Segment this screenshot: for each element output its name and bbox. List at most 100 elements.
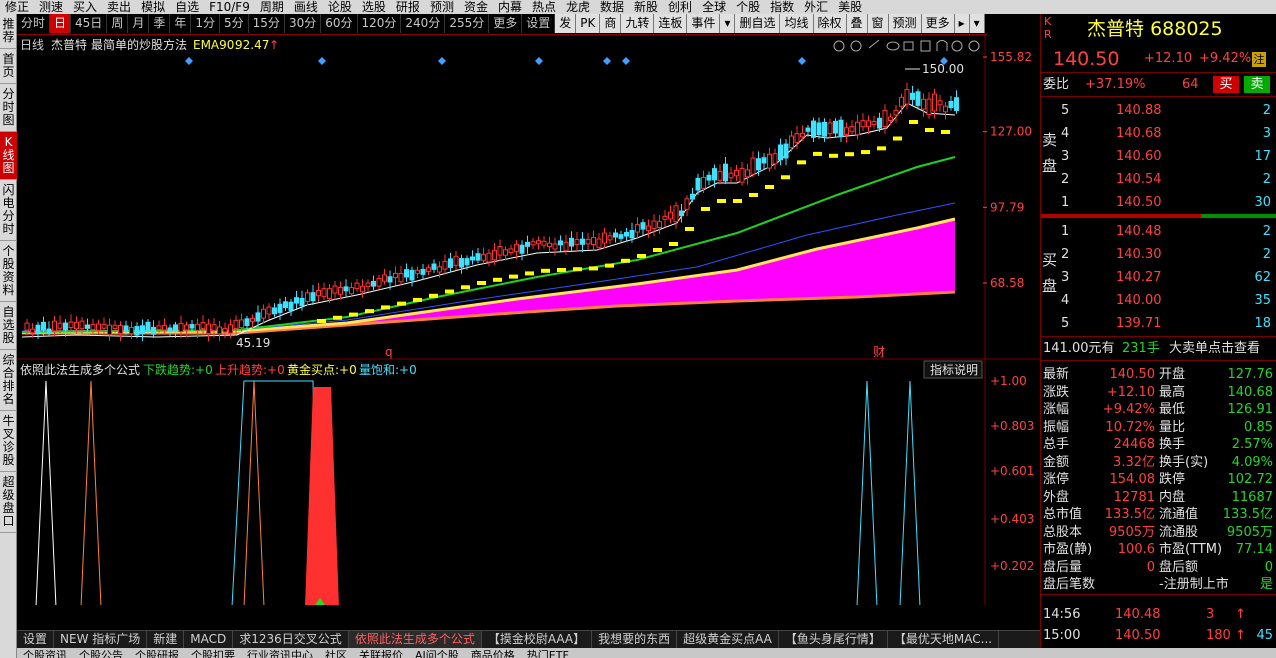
topbar-item[interactable]: 全球 <box>697 0 731 14</box>
indicator-tab[interactable]: 设置 <box>17 631 55 648</box>
topbar-item[interactable]: 周期 <box>255 0 289 14</box>
indicator-tab[interactable]: 【摸金校尉AAA】 <box>482 631 593 648</box>
chart-tool-button[interactable]: 连板 <box>654 14 688 33</box>
chart-tool-button[interactable]: 发 <box>555 14 577 33</box>
chart-tool-button[interactable]: 事件 <box>687 14 721 33</box>
bid-row[interactable]: 5 139.71 18 <box>1041 312 1276 335</box>
indicator-tab[interactable]: 【鱼头身尾行情】 <box>779 631 888 648</box>
indicator-tab[interactable]: MACD <box>184 631 234 648</box>
indicator-tab[interactable]: 依照此法生成多个公式 <box>348 631 482 648</box>
period-button[interactable]: 45日 <box>71 14 108 33</box>
period-button[interactable]: 分时 <box>17 14 51 33</box>
left-nav-item[interactable]: 牛叉诊股 <box>0 411 17 472</box>
chart-tool-button[interactable]: 均线 <box>780 14 814 33</box>
chart-tool-button[interactable]: 叠 <box>846 14 868 33</box>
topbar-item[interactable]: 内幕 <box>493 0 527 14</box>
indicator-tab[interactable]: NEW 指标广场 <box>54 631 148 648</box>
left-nav-item[interactable]: 超级盘口 <box>0 472 17 533</box>
left-nav-item[interactable]: 首页 <box>0 49 17 84</box>
period-button[interactable]: 月 <box>128 14 150 33</box>
bid-row[interactable]: 1 140.48 2 <box>1041 220 1276 243</box>
period-button[interactable]: 日 <box>50 14 72 33</box>
topbar-item[interactable]: 论股 <box>323 0 357 14</box>
indicator-tab[interactable]: 我想要的东西 <box>592 631 678 648</box>
period-button[interactable]: 更多 <box>489 14 523 33</box>
ask-row[interactable]: 1 140.50 30 <box>1041 191 1276 214</box>
bottom-link[interactable]: 热门ETF <box>521 650 575 658</box>
big-order-hands[interactable]: 231手 <box>1122 337 1160 360</box>
ask-row[interactable]: 3 140.60 17 <box>1041 145 1276 168</box>
left-nav-item[interactable]: 推荐 <box>0 14 17 49</box>
topbar-item[interactable]: 画线 <box>289 0 323 14</box>
topbar-item[interactable]: 研报 <box>391 0 425 14</box>
topbar-item[interactable]: 指数 <box>765 0 799 14</box>
topbar-item[interactable]: F10/F9 <box>204 0 255 14</box>
topbar-item[interactable]: 外汇 <box>799 0 833 14</box>
topbar-item[interactable]: 模拟 <box>136 0 170 14</box>
chart-tool-button[interactable]: ▾ <box>969 14 985 33</box>
period-button[interactable]: 设置 <box>522 14 556 33</box>
topbar-item[interactable]: 个股 <box>731 0 765 14</box>
bottom-link[interactable]: 个股资讯 <box>17 650 73 658</box>
chart-tool-button[interactable]: 商 <box>600 14 622 33</box>
left-nav-item[interactable]: K线图 <box>0 132 17 180</box>
topbar-item[interactable]: 创利 <box>663 0 697 14</box>
left-nav-item[interactable]: 闪电分时 <box>0 180 17 241</box>
indicator-tab[interactable]: 求1236日交叉公式 <box>233 631 349 648</box>
bid-row[interactable]: 2 140.30 2 <box>1041 243 1276 266</box>
bottom-link[interactable]: 个股扣要 <box>185 650 241 658</box>
period-button[interactable]: 240分 <box>401 14 446 33</box>
bottom-link[interactable]: 社区 <box>319 650 353 658</box>
left-nav-item[interactable]: 个股资料 <box>0 241 17 302</box>
topbar-item[interactable]: 卖出 <box>102 0 136 14</box>
indicator-tab[interactable]: 超级黄金买点AA <box>677 631 779 648</box>
kline-chart[interactable]: 日线 杰普特 最简单的炒股方法 EMA90: 92.47 ↑ 155.82 127… <box>17 35 1040 605</box>
left-nav-item[interactable]: 综合排名 <box>0 350 17 411</box>
period-button[interactable]: 季 <box>149 14 171 33</box>
bottom-link[interactable]: 个股公告 <box>73 650 129 658</box>
topbar-item[interactable]: 选股 <box>357 0 391 14</box>
topbar-item[interactable]: 数据 <box>595 0 629 14</box>
left-nav-item[interactable]: 自选股 <box>0 302 17 350</box>
big-order-link[interactable]: 大卖单点击查看 <box>1169 337 1260 360</box>
bottom-link[interactable]: AI问个股 <box>409 650 465 658</box>
chart-tool-button[interactable]: 删自选 <box>735 14 781 33</box>
chart-tool-button[interactable]: ▸ <box>954 14 970 33</box>
bid-row[interactable]: 4 140.00 35 <box>1041 289 1276 312</box>
topbar-item[interactable]: 测速 <box>34 0 68 14</box>
topbar-item[interactable]: 热点 <box>527 0 561 14</box>
topbar-item[interactable]: 买入 <box>68 0 102 14</box>
bottom-link[interactable]: 个股研报 <box>129 650 185 658</box>
topbar-item[interactable]: 修正 <box>0 0 34 14</box>
topbar-item[interactable]: 自选 <box>170 0 204 14</box>
chart-tool-button[interactable]: PK <box>576 14 601 33</box>
bottom-link[interactable]: 商品价格 <box>465 650 521 658</box>
period-button[interactable]: 255分 <box>445 14 490 33</box>
period-button[interactable]: 15分 <box>249 14 285 33</box>
chart-tool-button[interactable]: 九转 <box>621 14 655 33</box>
chart-tool-button[interactable]: 除权 <box>813 14 847 33</box>
topbar-item[interactable]: 龙虎 <box>561 0 595 14</box>
period-button[interactable]: 60分 <box>321 14 358 33</box>
ask-row[interactable]: 5 140.88 2 <box>1041 99 1276 122</box>
ask-row[interactable]: 2 140.54 2 <box>1041 168 1276 191</box>
sell-button[interactable]: 卖 <box>1244 76 1270 93</box>
period-button[interactable]: 周 <box>107 14 129 33</box>
ask-row[interactable]: 4 140.68 3 <box>1041 122 1276 145</box>
topbar-item[interactable]: 预测 <box>425 0 459 14</box>
period-button[interactable]: 5分 <box>220 14 249 33</box>
left-nav-item[interactable]: 分时图 <box>0 84 17 132</box>
period-button[interactable]: 30分 <box>285 14 322 33</box>
bid-row[interactable]: 3 140.27 62 <box>1041 266 1276 289</box>
chart-tool-button[interactable]: 更多 <box>921 14 955 33</box>
chart-tool-button[interactable]: 窗 <box>867 14 889 33</box>
period-button[interactable]: 1分 <box>191 14 221 33</box>
bottom-link[interactable]: 行业资讯中心 <box>241 650 319 658</box>
chart-tool-button[interactable]: ▾ <box>720 14 736 33</box>
topbar-item[interactable]: 新股 <box>629 0 663 14</box>
indicator-tab[interactable]: 【最优天地MAC... <box>888 631 1000 648</box>
topbar-item[interactable]: 资金 <box>459 0 493 14</box>
buy-button[interactable]: 买 <box>1213 76 1239 93</box>
period-button[interactable]: 120分 <box>358 14 402 33</box>
chart-tool-button[interactable]: 预测 <box>888 14 922 33</box>
